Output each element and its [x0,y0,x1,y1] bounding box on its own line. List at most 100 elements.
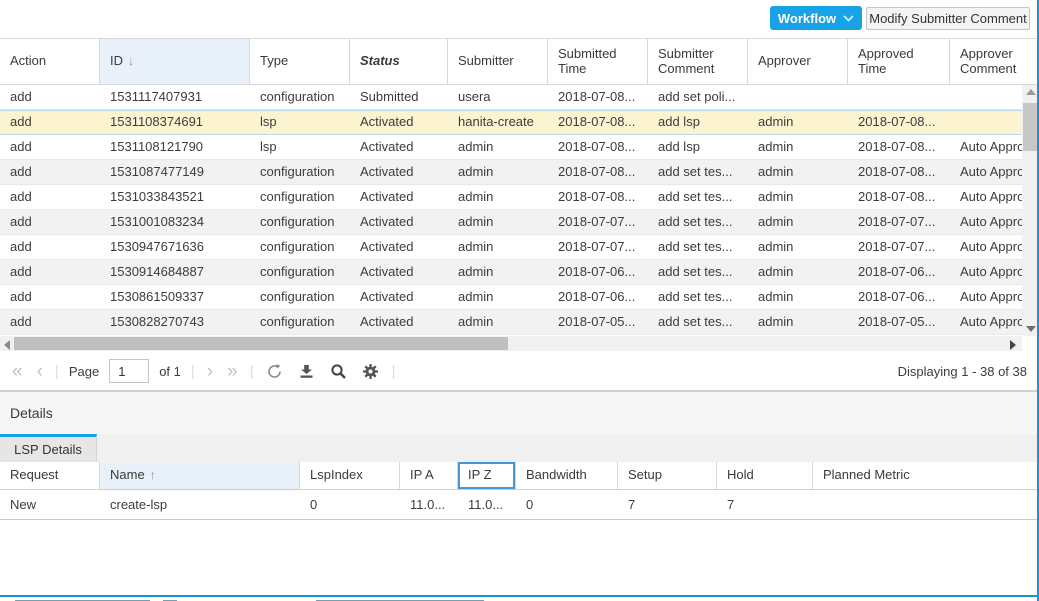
column-label: Bandwidth [526,468,587,483]
cell-submitter_comment: add set poli... [648,85,748,109]
first-page-button[interactable]: « [10,362,25,381]
cell-status: Activated [350,160,448,184]
cell-type: configuration [250,285,350,309]
column-header-name[interactable]: Name↑ [100,462,300,489]
modify-submitter-comment-button[interactable]: Modify Submitter Comment [866,7,1030,30]
cell-submitter: admin [448,310,548,334]
cell-submitter_comment: add set tes... [648,210,748,234]
cell-approver_comment: Auto Appro [950,260,1022,284]
settings-button[interactable] [360,360,382,382]
table-row[interactable]: add1531087477149configurationActivatedad… [0,160,1022,185]
table-row[interactable]: Newcreate-lsp011.0...11.0...077 [0,490,1039,520]
page-number-input[interactable] [109,359,149,383]
refresh-button[interactable] [264,360,286,382]
tab-lsp-details[interactable]: LSP Details [0,434,97,462]
cell-type: configuration [250,185,350,209]
vertical-scrollbar[interactable] [1022,85,1039,336]
horizontal-scrollbar[interactable] [0,336,1022,351]
column-header-submitter[interactable]: Submitter [448,39,548,84]
column-header-submitted_time[interactable]: Submitted Time [548,39,648,84]
search-button[interactable] [328,360,350,382]
column-header-hold[interactable]: Hold [717,462,813,489]
cell-status: Activated [350,210,448,234]
table-row[interactable]: add1531033843521configurationActivatedad… [0,185,1022,210]
cell-planned_metric [813,490,1039,519]
cell-approver: admin [748,310,848,334]
column-header-bandwidth[interactable]: Bandwidth [516,462,618,489]
cell-submitter: admin [448,210,548,234]
cell-type: lsp [250,135,350,159]
column-header-planned_metric[interactable]: Planned Metric [813,462,1039,489]
cell-id: 1530914684887 [100,260,250,284]
cell-submitter_comment: add lsp [648,135,748,159]
next-page-button[interactable]: › [205,362,215,381]
column-header-status[interactable]: Status [350,39,448,84]
table-row[interactable]: add1530947671636configurationActivatedad… [0,235,1022,260]
scroll-left-icon[interactable] [4,340,10,350]
cell-status: Activated [350,110,448,134]
scroll-up-icon[interactable] [1026,89,1036,95]
cell-type: configuration [250,160,350,184]
refresh-icon [266,363,283,380]
column-header-ipa[interactable]: IP A [400,462,458,489]
download-button[interactable] [296,360,318,382]
table-row[interactable]: add1531108374691lspActivatedhanita-creat… [0,110,1022,135]
details-title: Details [10,405,53,421]
scroll-down-icon[interactable] [1026,326,1036,332]
details-table-body: Newcreate-lsp011.0...11.0...077 [0,490,1039,520]
column-label: Setup [628,468,662,483]
cell-approved_time: 2018-07-08... [848,160,950,184]
cell-lspindex: 0 [300,490,400,519]
prev-page-button[interactable]: ‹ [35,362,45,381]
app-frame: Workflow Modify Submitter Comment Action… [0,0,1039,601]
column-header-setup[interactable]: Setup [618,462,717,489]
column-header-approver_comment[interactable]: Approver Comment [950,39,1039,84]
cell-submitter_comment: add set tes... [648,310,748,334]
column-label: LspIndex [310,468,363,483]
workflow-button-label: Workflow [778,11,836,26]
cell-type: configuration [250,235,350,259]
table-row[interactable]: add1531108121790lspActivatedadmin2018-07… [0,135,1022,160]
column-header-id[interactable]: ID↓ [100,39,250,84]
cell-submitted_time: 2018-07-08... [548,185,648,209]
cell-id: 1531087477149 [100,160,250,184]
table-row[interactable]: add1531001083234configurationActivatedad… [0,210,1022,235]
column-header-submitter_comment[interactable]: Submitter Comment [648,39,748,84]
scroll-right-icon[interactable] [1010,340,1016,350]
cell-submitter_comment: add set tes... [648,160,748,184]
workflow-button[interactable]: Workflow [770,6,862,30]
column-header-type[interactable]: Type [250,39,350,84]
cell-approver_comment: Auto Appro [950,185,1022,209]
column-header-approved_time[interactable]: Approved Time [848,39,950,84]
cell-action: add [0,285,100,309]
column-header-ipz[interactable]: IP Z [458,462,516,489]
cell-approver_comment: Auto Appro [950,310,1022,334]
column-label: Submitter Comment [658,47,741,77]
cell-type: configuration [250,310,350,334]
table-row[interactable]: add1530914684887configurationActivatedad… [0,260,1022,285]
cell-approver_comment: Auto Appro [950,160,1022,184]
column-label: ID [110,54,123,69]
vertical-scrollbar-thumb[interactable] [1023,103,1038,151]
cell-action: add [0,260,100,284]
table-row[interactable]: add1531117407931configurationSubmittedus… [0,85,1022,110]
cell-approved_time: 2018-07-07... [848,210,950,234]
column-label: Approver [758,54,811,69]
cell-id: 1530828270743 [100,310,250,334]
column-header-lspindex[interactable]: LspIndex [300,462,400,489]
column-header-approver[interactable]: Approver [748,39,848,84]
column-header-request[interactable]: Request [0,462,100,489]
download-icon [298,363,315,380]
table-row[interactable]: add1530861509337configurationActivatedad… [0,285,1022,310]
cell-submitted_time: 2018-07-08... [548,110,648,134]
last-page-button[interactable]: » [225,362,240,381]
column-label: Type [260,54,288,69]
cell-approver: admin [748,260,848,284]
horizontal-scrollbar-thumb[interactable] [14,337,508,350]
tab-label: LSP Details [14,442,82,457]
column-header-action[interactable]: Action [0,39,100,84]
column-label: Approver Comment [960,47,1032,77]
table-row[interactable]: add1530828270743configurationActivatedad… [0,310,1022,335]
top-toolbar: Workflow Modify Submitter Comment [0,0,1037,38]
cell-action: add [0,185,100,209]
